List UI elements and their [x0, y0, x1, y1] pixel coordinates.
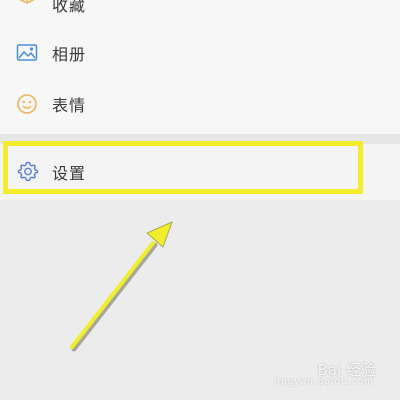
menu-item-album[interactable]: 相册 — [0, 33, 400, 73]
menu-item-stickers[interactable]: 表情 — [0, 84, 400, 124]
menu-item-label: 设置 — [52, 164, 87, 183]
menu-item-label: 表情 — [52, 96, 87, 115]
menu-item-favorites[interactable]: 收藏 — [0, 0, 400, 22]
gear-icon — [16, 159, 40, 183]
image-icon — [16, 42, 38, 64]
menu-item-label: 相册 — [52, 45, 87, 64]
menu-item-settings[interactable]: 设置 — [0, 144, 400, 200]
smiley-icon — [16, 93, 38, 115]
section-divider — [0, 134, 400, 144]
menu-item-label: 收藏 — [52, 0, 87, 15]
watermark: Bai 经验 jingyan.baidu.com — [274, 359, 376, 387]
cube-icon — [16, 0, 38, 6]
watermark-url: jingyan.baidu.com — [273, 377, 374, 387]
menu-panel: 收藏 相册 表情 — [0, 0, 400, 134]
